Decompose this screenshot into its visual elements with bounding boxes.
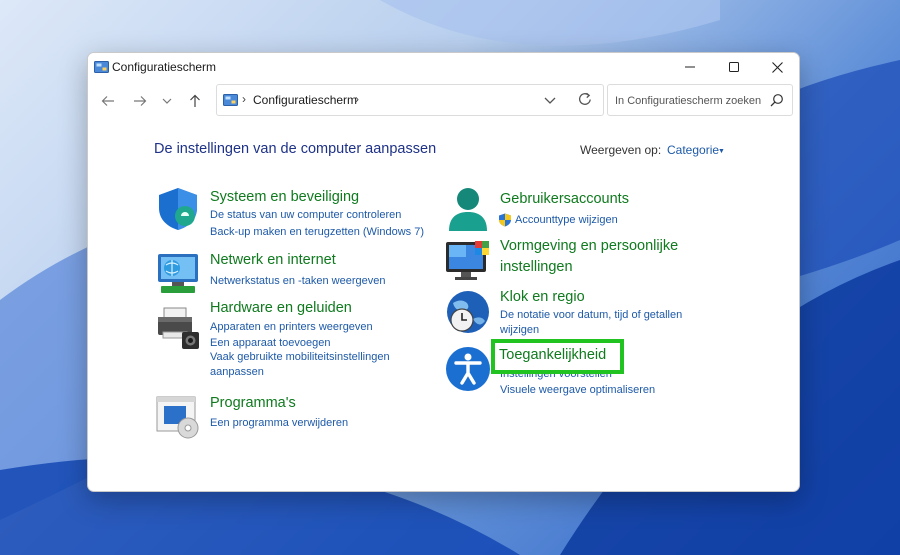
link-backup-restore[interactable]: Back-up maken en terugzetten (Windows 7)	[210, 226, 424, 238]
view-by-dropdown[interactable]: Categorie	[667, 143, 719, 157]
close-button[interactable]	[755, 53, 799, 81]
user-icon[interactable]	[445, 186, 491, 232]
search-box[interactable]	[607, 84, 793, 116]
link-uninstall-program[interactable]: Een programma verwijderen	[210, 417, 348, 429]
uac-shield-icon	[499, 213, 511, 227]
arrow-up-icon	[190, 94, 200, 107]
arrow-right-icon	[134, 96, 147, 106]
chevron-down-icon	[162, 98, 172, 104]
close-icon	[771, 61, 783, 73]
breadcrumb-item[interactable]: Configuratiescherm	[253, 93, 357, 107]
shield-icon[interactable]	[155, 186, 201, 232]
breadcrumb-separator[interactable]: ›	[242, 92, 246, 106]
link-optimize-visual-display[interactable]: Visuele weergave optimaliseren	[500, 384, 655, 396]
category-hardware-sound[interactable]: Hardware en geluiden	[210, 300, 352, 316]
breadcrumb-separator[interactable]: ›	[355, 92, 359, 106]
chevron-down-icon[interactable]	[542, 92, 558, 108]
maximize-button[interactable]	[712, 53, 756, 81]
window-title: Configuratiescherm	[112, 60, 217, 74]
link-check-computer-status[interactable]: De status van uw computer controleren	[210, 209, 401, 221]
caret-down-icon[interactable]: ▼	[718, 148, 725, 155]
maximize-icon	[729, 62, 739, 72]
arrow-left-icon	[101, 96, 114, 106]
control-panel-icon	[223, 94, 238, 106]
printer-icon[interactable]	[155, 305, 201, 351]
category-clock-region[interactable]: Klok en regio	[500, 289, 585, 305]
link-change-account-type[interactable]: Accounttype wijzigen	[515, 214, 618, 226]
link-devices-printers[interactable]: Apparaten en printers weergeven	[210, 321, 373, 333]
link-date-time-format[interactable]: De notatie voor datum, tijd of getallen …	[500, 308, 700, 338]
category-user-accounts[interactable]: Gebruikersaccounts	[500, 191, 629, 207]
address-bar[interactable]: › Configuratiescherm ›	[216, 84, 604, 116]
clock-globe-icon[interactable]	[445, 289, 491, 335]
category-programs[interactable]: Programma's	[210, 395, 296, 411]
category-system-security[interactable]: Systeem en beveiliging	[210, 189, 359, 205]
network-icon[interactable]	[155, 250, 201, 296]
category-accessibility[interactable]: Toegankelijkheid	[499, 347, 606, 363]
link-mobility-settings[interactable]: Vaak gebruikte mobiliteitsinstellingen a…	[210, 350, 410, 380]
back-button[interactable]	[97, 90, 119, 112]
category-network-internet[interactable]: Netwerk en internet	[210, 252, 336, 268]
title-bar[interactable]: Configuratiescherm	[88, 53, 799, 81]
control-panel-icon	[94, 61, 109, 73]
forward-button[interactable]	[129, 90, 151, 112]
recent-locations-button[interactable]	[156, 90, 178, 112]
accessibility-icon[interactable]	[445, 346, 491, 392]
refresh-icon[interactable]	[577, 91, 593, 107]
programs-icon[interactable]	[155, 394, 201, 440]
control-panel-window: Configuratiescherm › Configuratiescherm …	[87, 52, 800, 492]
appearance-icon[interactable]	[445, 239, 491, 285]
minimize-icon	[685, 66, 695, 68]
category-appearance-personalization[interactable]: Vormgeving en persoonlijke instellingen	[500, 236, 700, 278]
view-by-label: Weergeven op:	[580, 143, 662, 157]
minimize-button[interactable]	[668, 53, 712, 81]
search-input[interactable]	[613, 91, 765, 111]
link-network-status[interactable]: Netwerkstatus en -taken weergeven	[210, 275, 385, 287]
up-button[interactable]	[184, 90, 206, 112]
search-icon[interactable]	[770, 93, 784, 107]
link-add-device[interactable]: Een apparaat toevoegen	[210, 337, 331, 349]
page-title: De instellingen van de computer aanpasse…	[154, 141, 437, 157]
